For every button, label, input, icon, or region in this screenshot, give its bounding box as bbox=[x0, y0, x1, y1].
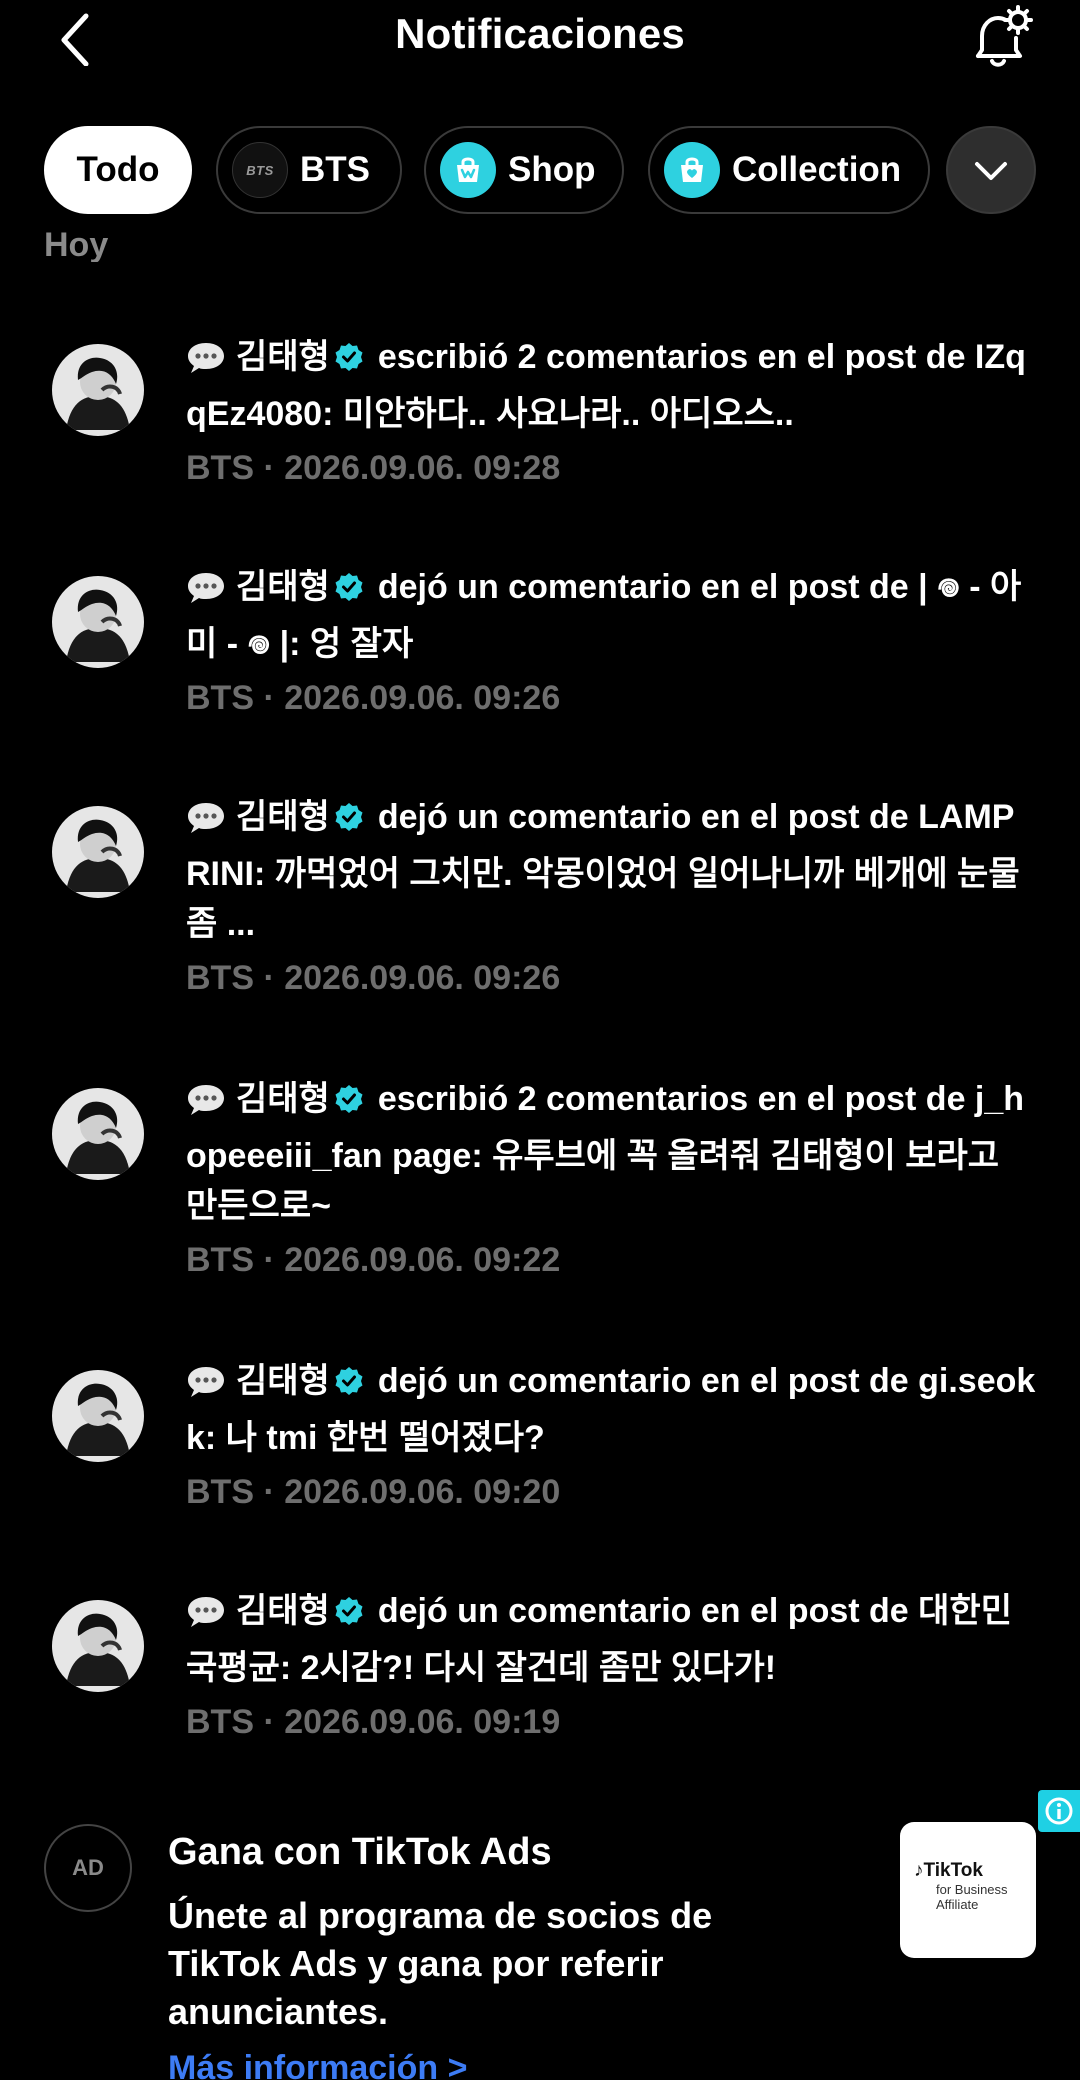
bts-logo-icon: BTS bbox=[232, 142, 288, 198]
collection-bag-icon bbox=[664, 142, 720, 198]
chip-shop[interactable]: Shop bbox=[424, 126, 624, 214]
page-title: Notificaciones bbox=[395, 10, 685, 57]
notification-meta: BTS · 2026.09.06. 09:20 bbox=[186, 1473, 561, 1511]
header: Notificaciones bbox=[0, 0, 1080, 76]
comment-bubble-icon bbox=[186, 1593, 226, 1643]
notification-item[interactable]: 김태형 dejó un comentario en el post de 대한민국… bbox=[0, 1586, 1080, 1766]
chip-label: Shop bbox=[508, 150, 596, 189]
chip-collection[interactable]: Collection bbox=[648, 126, 930, 214]
notification-item[interactable]: 김태형 dejó un comentario en el post de LAMP… bbox=[0, 792, 1080, 1022]
author-name: 김태형 bbox=[236, 568, 330, 606]
comment-bubble-icon bbox=[186, 569, 226, 619]
ad-description: Únete al programa de socios de TikTok Ad… bbox=[168, 1895, 713, 2032]
notification-meta: BTS · 2026.09.06. 09:22 bbox=[186, 1241, 561, 1279]
avatar[interactable] bbox=[52, 1088, 144, 1180]
author-name: 김태형 bbox=[236, 1080, 330, 1118]
filter-chips: Todo BTS BTS Shop Collection bbox=[44, 126, 1080, 216]
more-filters-button[interactable] bbox=[946, 126, 1036, 214]
comment-bubble-icon bbox=[186, 1363, 226, 1413]
notification-item[interactable]: 김태형 escribió 2 comentarios en el post de … bbox=[0, 1074, 1080, 1304]
ad-image-subtitle: for Business Affiliate bbox=[936, 1882, 1008, 1912]
ad-info-button[interactable] bbox=[1038, 1790, 1080, 1832]
notification-meta: BTS · 2026.09.06. 09:26 bbox=[186, 679, 561, 717]
notifications-screen: Notificaciones Todo BTS BTS Shop Collect… bbox=[0, 0, 1080, 2080]
verified-badge-icon bbox=[334, 1078, 364, 1128]
verified-badge-icon bbox=[334, 336, 364, 386]
comment-bubble-icon bbox=[186, 1081, 226, 1131]
ad-image[interactable]: ♪TikTok for Business Affiliate bbox=[900, 1822, 1036, 1958]
notification-meta: BTS · 2026.09.06. 09:19 bbox=[186, 1703, 561, 1741]
ad-image-brand: TikTok bbox=[923, 1860, 983, 1881]
author-name: 김태형 bbox=[236, 1592, 330, 1630]
tiktok-note-icon: ♪ bbox=[914, 1860, 924, 1881]
avatar[interactable] bbox=[52, 806, 144, 898]
chip-bts[interactable]: BTS BTS bbox=[216, 126, 402, 214]
ad-badge: AD bbox=[44, 1824, 132, 1912]
verified-badge-icon bbox=[334, 796, 364, 846]
chip-label: Collection bbox=[732, 150, 902, 189]
verified-badge-icon bbox=[334, 1590, 364, 1640]
avatar[interactable] bbox=[52, 1600, 144, 1692]
author-name: 김태형 bbox=[236, 798, 330, 836]
bell-settings-icon bbox=[976, 5, 1033, 67]
chip-todo[interactable]: Todo bbox=[44, 126, 192, 214]
comment-bubble-icon bbox=[186, 799, 226, 849]
notification-item[interactable]: 김태형 dejó un comentario en el post de gi.s… bbox=[0, 1356, 1080, 1536]
section-label-today: Hoy bbox=[44, 226, 109, 262]
author-name: 김태형 bbox=[236, 338, 330, 376]
notification-item[interactable]: 김태형 escribió 2 comentarios en el post de … bbox=[0, 332, 1080, 512]
notification-meta: BTS · 2026.09.06. 09:26 bbox=[186, 959, 561, 997]
ad-card[interactable]: AD Gana con TikTok Ads Únete al programa… bbox=[0, 1790, 1080, 2080]
avatar[interactable] bbox=[52, 1370, 144, 1462]
chevron-down-icon bbox=[975, 162, 1007, 180]
author-name: 김태형 bbox=[236, 1362, 330, 1400]
chip-label: BTS bbox=[300, 150, 370, 189]
comment-bubble-icon bbox=[186, 339, 226, 389]
avatar[interactable] bbox=[52, 576, 144, 668]
ad-image-sub1: for Business bbox=[936, 1882, 1008, 1897]
notification-item[interactable]: 김태형 dejó un comentario en el post de | 𖦹 … bbox=[0, 562, 1080, 742]
chip-label: Todo bbox=[76, 150, 160, 189]
tiktok-logo: ♪TikTok bbox=[914, 1860, 983, 1882]
ad-image-sub2: Affiliate bbox=[936, 1897, 979, 1912]
info-icon bbox=[1045, 1797, 1073, 1825]
ad-title[interactable]: Gana con TikTok Ads bbox=[168, 1828, 552, 1876]
avatar[interactable] bbox=[52, 344, 144, 436]
notification-settings-button[interactable] bbox=[968, 4, 1034, 70]
notification-meta: BTS · 2026.09.06. 09:28 bbox=[186, 449, 561, 487]
ad-more-info-link[interactable]: Más información > bbox=[168, 2044, 467, 2080]
shopping-bag-icon bbox=[440, 142, 496, 198]
verified-badge-icon bbox=[334, 566, 364, 616]
verified-badge-icon bbox=[334, 1360, 364, 1410]
